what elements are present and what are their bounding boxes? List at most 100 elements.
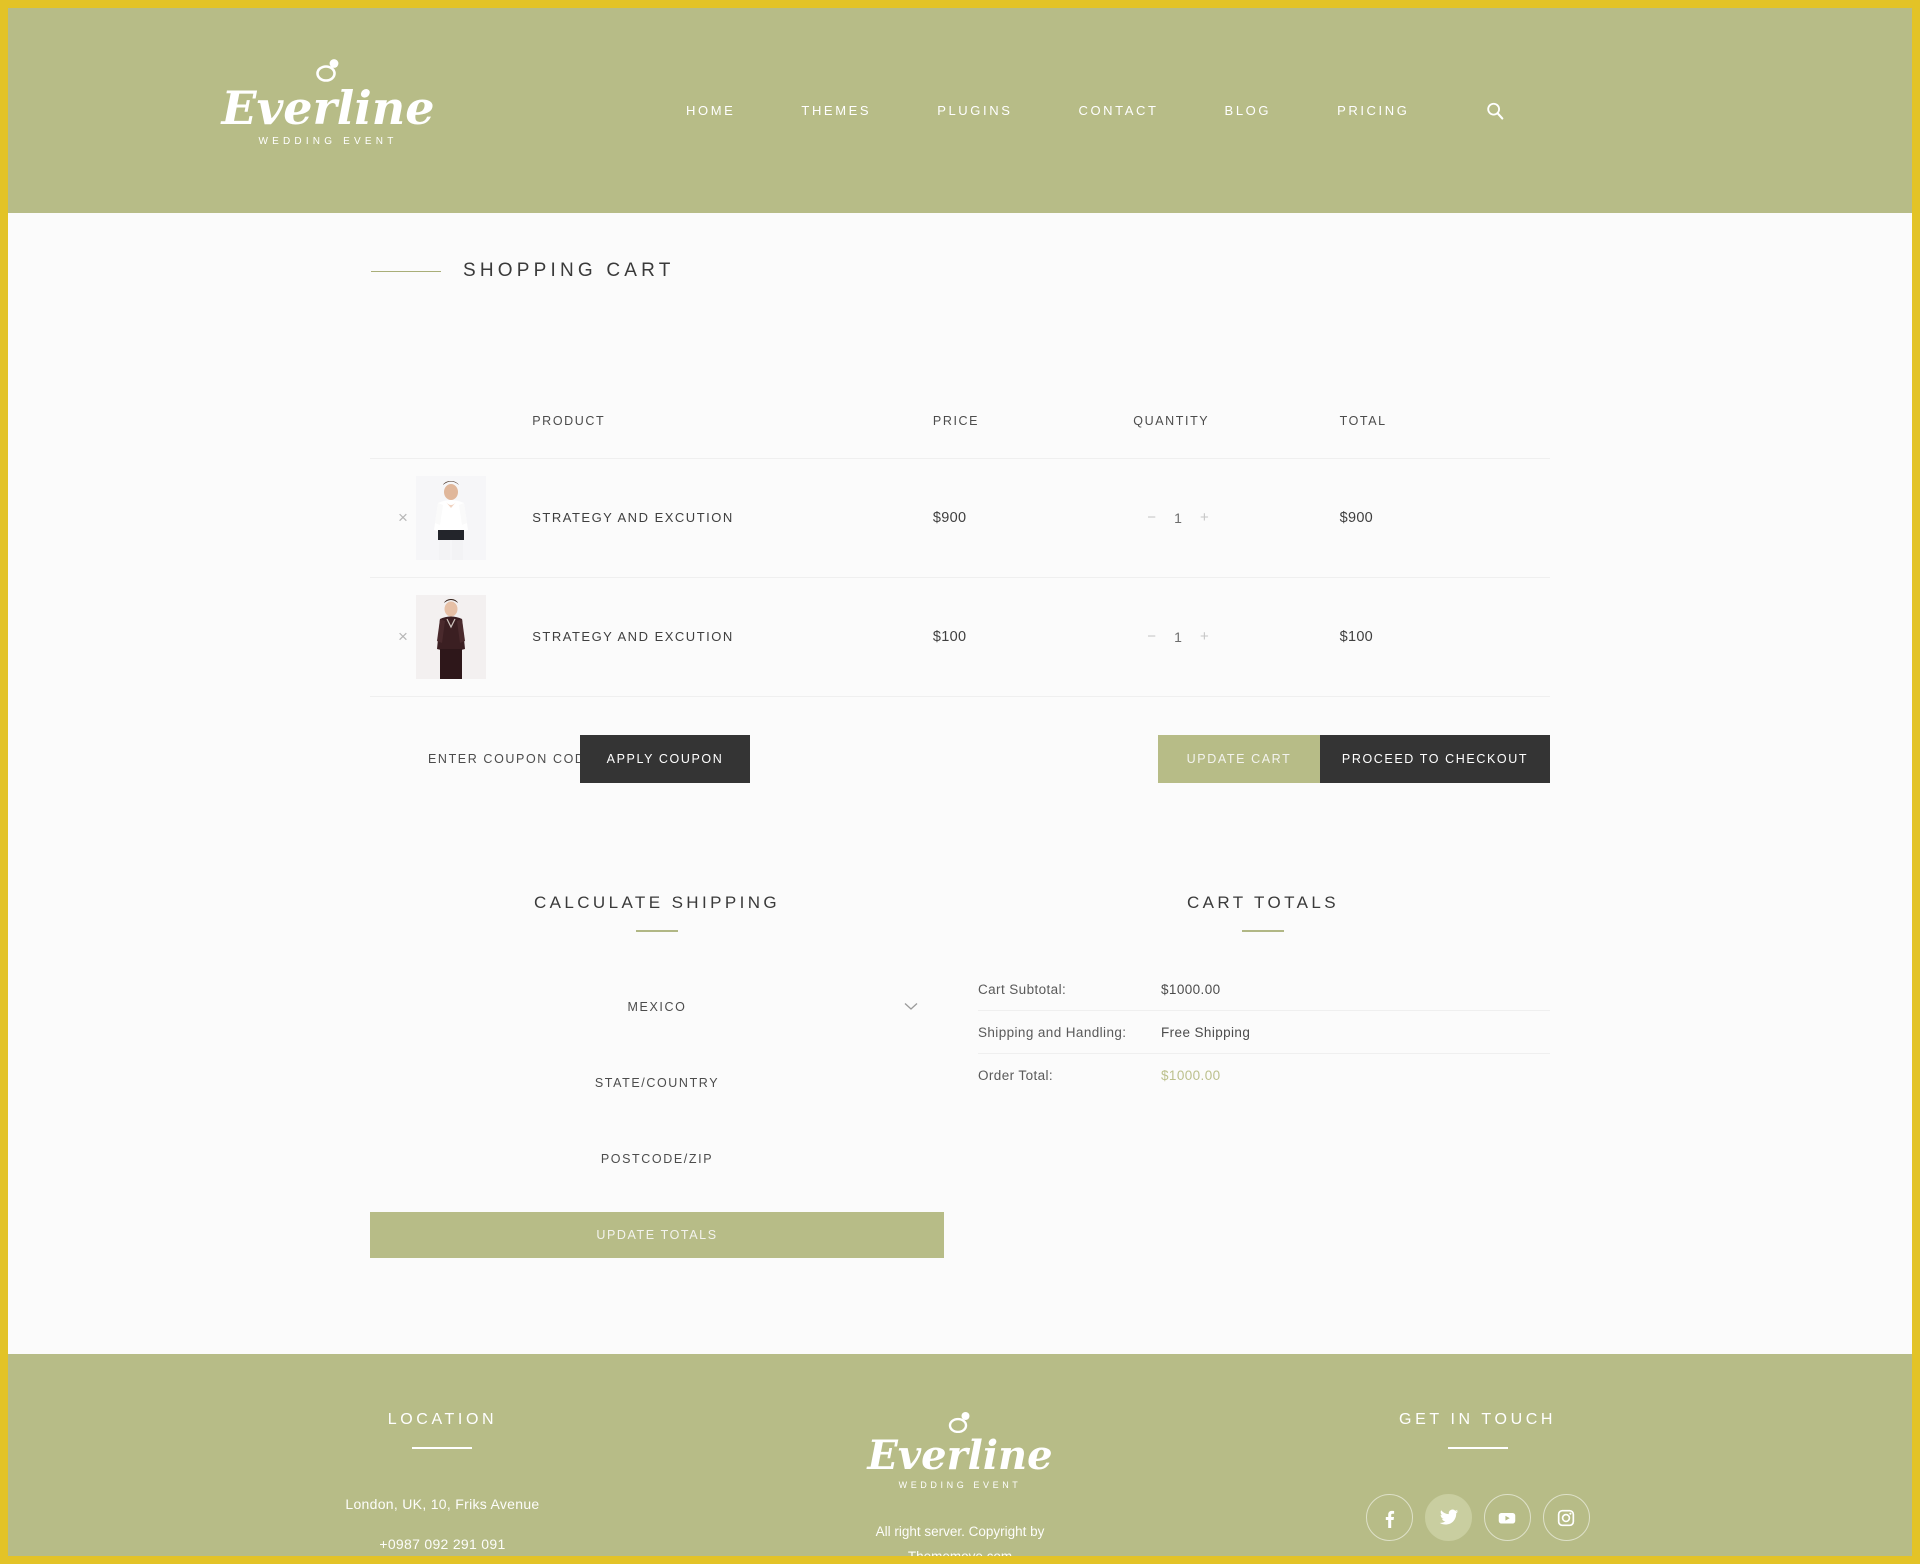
country-select[interactable] — [370, 1000, 944, 1014]
shipping-handling-row: Shipping and Handling: Free Shipping — [978, 1011, 1550, 1054]
column-total: TOTAL — [1339, 414, 1387, 428]
nav-item-plugins[interactable]: PLUGINS — [904, 103, 1045, 118]
product-name-cell: STRATEGY AND EXCUTION — [532, 458, 933, 578]
update-totals-button[interactable]: UPDATE TOTALS — [370, 1212, 944, 1258]
site-logo[interactable]: Everline WEDDING EVENT — [203, 58, 453, 147]
product-line-total: $900 — [1339, 458, 1550, 578]
nav-item-contact[interactable]: CONTACT — [1045, 103, 1191, 118]
quantity-decrease-button[interactable]: − — [1147, 510, 1156, 525]
twitter-icon[interactable] — [1424, 1494, 1472, 1541]
cart-totals-panel: CART TOTALS Cart Subtotal: $1000.00 Ship… — [976, 893, 1550, 1258]
cart-actions: APPLY COUPON UPDATE CART PROCEED TO CHEC… — [370, 735, 1550, 783]
footer-brand-column: Everline WEDDING EVENT All right server.… — [695, 1411, 1225, 1556]
cart-totals-heading: CART TOTALS — [1186, 893, 1340, 912]
cart-action-buttons: UPDATE CART PROCEED TO CHECKOUT — [1158, 735, 1550, 783]
youtube-icon[interactable] — [1483, 1494, 1531, 1541]
quantity-value[interactable]: 1 — [1173, 629, 1183, 645]
remove-cell: × — [370, 458, 417, 578]
remove-cell: × — [370, 577, 417, 697]
product-name[interactable]: STRATEGY AND EXCUTION — [532, 629, 734, 644]
order-total-row: Order Total: $1000.00 — [978, 1054, 1550, 1097]
cart-totals-list: Cart Subtotal: $1000.00 Shipping and Han… — [976, 968, 1550, 1097]
postcode-field[interactable] — [370, 1136, 944, 1182]
cart-subtotal-row: Cart Subtotal: $1000.00 — [978, 968, 1550, 1011]
product-name[interactable]: STRATEGY AND EXCUTION — [532, 510, 734, 525]
postcode-zip-input[interactable] — [370, 1152, 944, 1166]
product-price: $900 — [932, 458, 1134, 578]
column-price: PRICE — [932, 414, 980, 428]
facebook-icon[interactable] — [1365, 1494, 1413, 1541]
quantity-value[interactable]: 1 — [1173, 510, 1183, 526]
logo-wordmark: Everline — [221, 81, 435, 135]
heading-rule — [636, 930, 678, 932]
cart-table: PRODUCT PRICE QUANTITY TOTAL × STRATEGY … — [370, 414, 1550, 697]
thumbnail-cell — [416, 577, 533, 697]
wedding-ring-icon — [316, 59, 339, 82]
title-rule — [371, 270, 441, 272]
footer-logo[interactable]: Everline WEDDING EVENT — [695, 1411, 1225, 1490]
product-price: $100 — [932, 577, 1134, 697]
location-address: London, UK, 10, Friks Avenue — [345, 1496, 540, 1512]
column-quantity: QUANTITY — [1133, 414, 1210, 428]
social-links — [1225, 1494, 1730, 1541]
apply-coupon-button[interactable]: APPLY COUPON — [580, 735, 750, 783]
nav-item-pricing[interactable]: PRICING — [1304, 103, 1442, 118]
quantity-increase-button[interactable]: + — [1200, 629, 1209, 644]
cart-subtotal-value: $1000.00 — [1161, 981, 1221, 997]
cart-lower-section: CALCULATE SHIPPING MEXICO STATE/COUNTRY … — [370, 893, 1550, 1344]
product-thumbnail[interactable] — [416, 595, 487, 679]
footer-get-in-touch-column: GET IN TOUCH — [1225, 1411, 1730, 1556]
country-select-field[interactable] — [370, 984, 944, 1030]
get-in-touch-heading: GET IN TOUCH — [1399, 1411, 1557, 1428]
search-icon[interactable] — [1484, 100, 1506, 122]
nav-item-home[interactable]: HOME — [653, 103, 768, 118]
logo-tagline: WEDDING EVENT — [258, 136, 398, 147]
calculate-shipping-panel: CALCULATE SHIPPING MEXICO STATE/COUNTRY … — [370, 893, 944, 1258]
state-country-input[interactable] — [370, 1076, 944, 1090]
instagram-icon[interactable] — [1542, 1494, 1590, 1541]
coupon-input[interactable] — [370, 752, 580, 766]
column-product: PRODUCT — [532, 414, 606, 428]
proceed-to-checkout-button[interactable]: PROCEED TO CHECKOUT — [1320, 735, 1550, 783]
copyright-line-1: All right server. Copyright by — [875, 1524, 1045, 1539]
cart-subtotal-label: Cart Subtotal: — [978, 981, 1067, 997]
copyright-block: All right server. Copyright by Thememove… — [695, 1519, 1225, 1556]
quantity-cell: − 1 + — [1133, 577, 1340, 697]
copyright-line-2[interactable]: Thememove.com — [695, 1544, 1225, 1556]
location-heading: LOCATION — [387, 1411, 498, 1428]
remove-item-button[interactable]: × — [398, 628, 408, 645]
quantity-increase-button[interactable]: + — [1200, 510, 1209, 525]
calculate-shipping-heading: CALCULATE SHIPPING — [533, 893, 781, 912]
page-frame: Everline WEDDING EVENT HOME THEMES PLUGI… — [8, 8, 1912, 1556]
site-header: Everline WEDDING EVENT HOME THEMES PLUGI… — [8, 8, 1912, 213]
page-title-block: SHOPPING CART — [370, 213, 1550, 282]
site-footer: LOCATION London, UK, 10, Friks Avenue +0… — [8, 1354, 1912, 1556]
quantity-decrease-button[interactable]: − — [1147, 629, 1156, 644]
column-thumbnail — [416, 414, 532, 459]
order-total-value: $1000.00 — [1161, 1068, 1221, 1083]
shipping-handling-value: Free Shipping — [1161, 1024, 1251, 1040]
cart-table-header-row: PRODUCT PRICE QUANTITY TOTAL — [370, 414, 1550, 459]
table-row: × — [370, 577, 1550, 697]
main-content: SHOPPING CART PRODUCT PRICE QUANTITY TOT… — [8, 213, 1912, 1354]
main-navigation: HOME THEMES PLUGINS CONTACT BLOG PRICING — [653, 100, 1506, 122]
shipping-handling-label: Shipping and Handling: — [978, 1024, 1127, 1040]
nav-item-themes[interactable]: THEMES — [768, 103, 904, 118]
quantity-stepper[interactable]: − 1 + — [1133, 629, 1209, 645]
column-remove — [370, 414, 416, 459]
footer-logo-tagline: WEDDING EVENT — [898, 1480, 1022, 1490]
wedding-ring-icon — [948, 1412, 970, 1433]
remove-item-button[interactable]: × — [398, 509, 408, 526]
heading-rule — [1242, 930, 1284, 932]
state-country-field[interactable] — [370, 1060, 944, 1106]
quantity-stepper[interactable]: − 1 + — [1133, 510, 1209, 526]
product-line-total: $100 — [1339, 577, 1550, 697]
location-phone[interactable]: +0987 092 291 091 — [190, 1536, 695, 1552]
nav-item-blog[interactable]: BLOG — [1192, 103, 1305, 118]
product-thumbnail[interactable] — [416, 476, 487, 560]
quantity-cell: − 1 + — [1133, 458, 1340, 578]
heading-rule — [412, 1447, 473, 1449]
order-total-label: Order Total: — [978, 1068, 1054, 1083]
update-cart-button[interactable]: UPDATE CART — [1158, 735, 1320, 783]
product-name-cell: STRATEGY AND EXCUTION — [532, 577, 933, 697]
